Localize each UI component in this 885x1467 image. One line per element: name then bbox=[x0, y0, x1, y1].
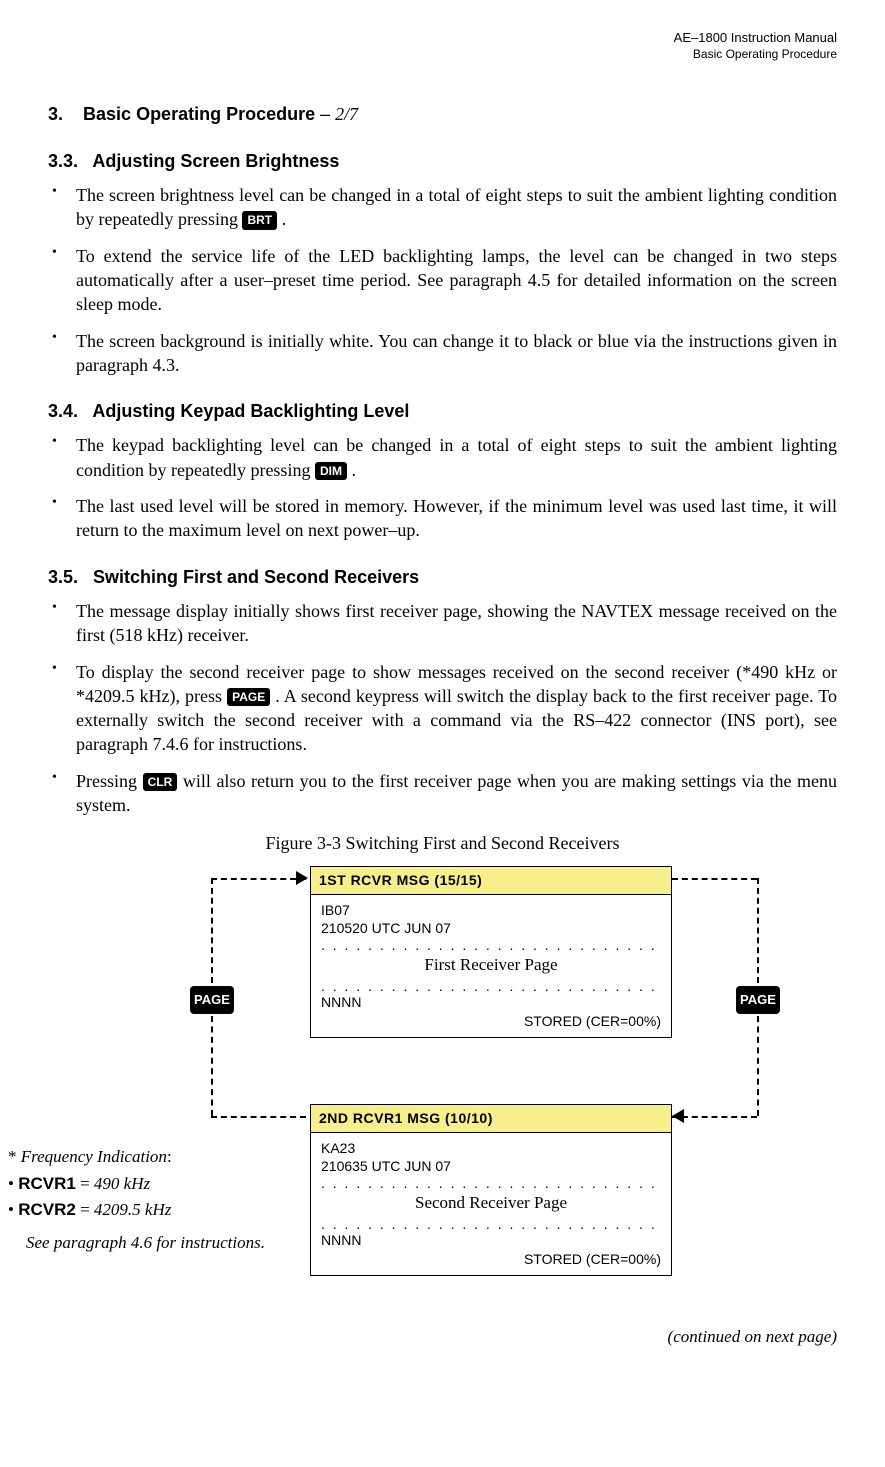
subhead-3-5: 3.5. Switching First and Second Receiver… bbox=[48, 565, 837, 589]
brt-keycap-icon: BRT bbox=[242, 211, 277, 229]
bullet-item: The screen brightness level can be chang… bbox=[48, 183, 837, 232]
arrow-left-icon bbox=[672, 1109, 684, 1123]
msg-id: IB07 bbox=[321, 901, 661, 920]
clr-keycap-icon: CLR bbox=[143, 773, 178, 791]
bullet-item: The keypad backlighting level can be cha… bbox=[48, 433, 837, 482]
subhead-num: 3.5. bbox=[48, 567, 78, 587]
bullet-text: To extend the service life of the LED ba… bbox=[76, 246, 837, 315]
page-keycap-left-icon: PAGE bbox=[190, 986, 234, 1014]
figure-caption: Figure 3-3 Switching First and Second Re… bbox=[48, 831, 837, 855]
nnnn: NNNN bbox=[321, 993, 661, 1012]
subhead-title: Switching First and Second Receivers bbox=[93, 567, 419, 587]
see-paragraph: See paragraph 4.6 for instructions. bbox=[8, 1232, 268, 1255]
msg-id: KA23 bbox=[321, 1139, 661, 1158]
connector-line bbox=[211, 878, 306, 880]
bullets-3-3: The screen brightness level can be chang… bbox=[48, 183, 837, 377]
stored-status: STORED (CER=00%) bbox=[321, 1012, 661, 1031]
rcvr1-label: RCVR1 bbox=[18, 1174, 76, 1193]
bullet-text-tail: . bbox=[351, 460, 356, 480]
equals: = bbox=[76, 1174, 94, 1193]
screen-body: IB07 210520 UTC JUN 07 . . . . . . . . .… bbox=[311, 895, 671, 1038]
continued-note: (continued on next page) bbox=[48, 1326, 837, 1349]
dots-row: . . . . . . . . . . . . . . . . . . . . … bbox=[321, 938, 661, 952]
figure-3-3: PAGE PAGE 1ST RCVR MSG (15/15) IB07 2105… bbox=[48, 866, 837, 1316]
connector-line bbox=[757, 878, 759, 983]
dots-row: . . . . . . . . . . . . . . . . . . . . … bbox=[321, 1217, 661, 1231]
rcvr2-label: RCVR2 bbox=[18, 1200, 76, 1219]
equals: = bbox=[76, 1200, 94, 1219]
first-receiver-screen: 1ST RCVR MSG (15/15) IB07 210520 UTC JUN… bbox=[310, 866, 672, 1038]
bullet-text: The last used level will be stored in me… bbox=[76, 496, 837, 540]
bullet-item: To display the second receiver page to s… bbox=[48, 660, 837, 757]
asterisk: * bbox=[8, 1147, 17, 1166]
bullet-item: To extend the service life of the LED ba… bbox=[48, 244, 837, 317]
msg-timestamp: 210635 UTC JUN 07 bbox=[321, 1157, 661, 1176]
footnote-heading: * Frequency Indication: bbox=[8, 1146, 268, 1169]
subhead-title: Adjusting Keypad Backlighting Level bbox=[92, 401, 409, 421]
stored-status: STORED (CER=00%) bbox=[321, 1250, 661, 1269]
bullet-item: The last used level will be stored in me… bbox=[48, 494, 837, 543]
subhead-num: 3.3. bbox=[48, 151, 78, 171]
bullet-text: The keypad backlighting level can be cha… bbox=[76, 435, 837, 479]
section-dash: – bbox=[320, 104, 330, 124]
page-keycap-right-icon: PAGE bbox=[736, 986, 780, 1014]
subhead-title: Adjusting Screen Brightness bbox=[92, 151, 339, 171]
page-label: First Receiver Page bbox=[321, 954, 661, 977]
section-number: 3. bbox=[48, 104, 63, 124]
bullet-item: The screen background is initially white… bbox=[48, 329, 837, 378]
subhead-3-3: 3.3. Adjusting Screen Brightness bbox=[48, 149, 837, 173]
arrow-right-icon bbox=[296, 871, 308, 885]
bullet-text: The message display initially shows firs… bbox=[76, 601, 837, 645]
section-heading: 3. Basic Operating Procedure – 2/7 bbox=[48, 102, 837, 126]
bullet-text: Pressing bbox=[76, 771, 143, 791]
subhead-3-4: 3.4. Adjusting Keypad Backlighting Level bbox=[48, 399, 837, 423]
page-keycap-icon: PAGE bbox=[227, 688, 270, 706]
rcvr1-value: 490 kHz bbox=[94, 1174, 150, 1193]
frequency-footnote: * Frequency Indication: • RCVR1 = 490 kH… bbox=[8, 1146, 268, 1256]
bullet-text: The screen background is initially white… bbox=[76, 331, 837, 375]
bullet-item: The message display initially shows firs… bbox=[48, 599, 837, 648]
connector-line bbox=[211, 1016, 213, 1116]
section-pagefrac: 2/7 bbox=[335, 104, 358, 124]
screen-title: 2ND RCVR1 MSG (10/10) bbox=[311, 1105, 671, 1133]
connector-line bbox=[211, 1116, 306, 1118]
rcvr1-line: • RCVR1 = 490 kHz bbox=[8, 1173, 268, 1196]
dots-row: . . . . . . . . . . . . . . . . . . . . … bbox=[321, 1176, 661, 1190]
connector-line bbox=[672, 1116, 757, 1118]
connector-line bbox=[757, 1016, 759, 1116]
bullet-text-tail: will also return you to the first receiv… bbox=[76, 771, 837, 815]
connector-line bbox=[672, 878, 757, 880]
dots-row: . . . . . . . . . . . . . . . . . . . . … bbox=[321, 979, 661, 993]
bullets-3-5: The message display initially shows firs… bbox=[48, 599, 837, 817]
connector-line bbox=[211, 878, 213, 983]
msg-timestamp: 210520 UTC JUN 07 bbox=[321, 919, 661, 938]
screen-body: KA23 210635 UTC JUN 07 . . . . . . . . .… bbox=[311, 1133, 671, 1276]
bullets-3-4: The keypad backlighting level can be cha… bbox=[48, 433, 837, 542]
doc-title: AE–1800 Instruction Manual bbox=[48, 30, 837, 47]
page-label: Second Receiver Page bbox=[321, 1192, 661, 1215]
rcvr2-value: 4209.5 kHz bbox=[94, 1200, 171, 1219]
section-name: Basic Operating Procedure bbox=[48, 47, 837, 63]
bullet-text: The screen brightness level can be chang… bbox=[76, 185, 837, 229]
bullet-item: Pressing CLR will also return you to the… bbox=[48, 769, 837, 818]
subhead-num: 3.4. bbox=[48, 401, 78, 421]
section-title: Basic Operating Procedure bbox=[83, 104, 315, 124]
screen-title: 1ST RCVR MSG (15/15) bbox=[311, 867, 671, 895]
nnnn: NNNN bbox=[321, 1231, 661, 1250]
dim-keycap-icon: DIM bbox=[315, 462, 347, 480]
colon: : bbox=[167, 1147, 172, 1166]
running-header: AE–1800 Instruction Manual Basic Operati… bbox=[48, 30, 837, 62]
bullet-text-tail: . bbox=[282, 209, 287, 229]
freq-label: Frequency Indication bbox=[21, 1147, 167, 1166]
rcvr2-line: • RCVR2 = 4209.5 kHz bbox=[8, 1199, 268, 1222]
second-receiver-screen: 2ND RCVR1 MSG (10/10) KA23 210635 UTC JU… bbox=[310, 1104, 672, 1276]
